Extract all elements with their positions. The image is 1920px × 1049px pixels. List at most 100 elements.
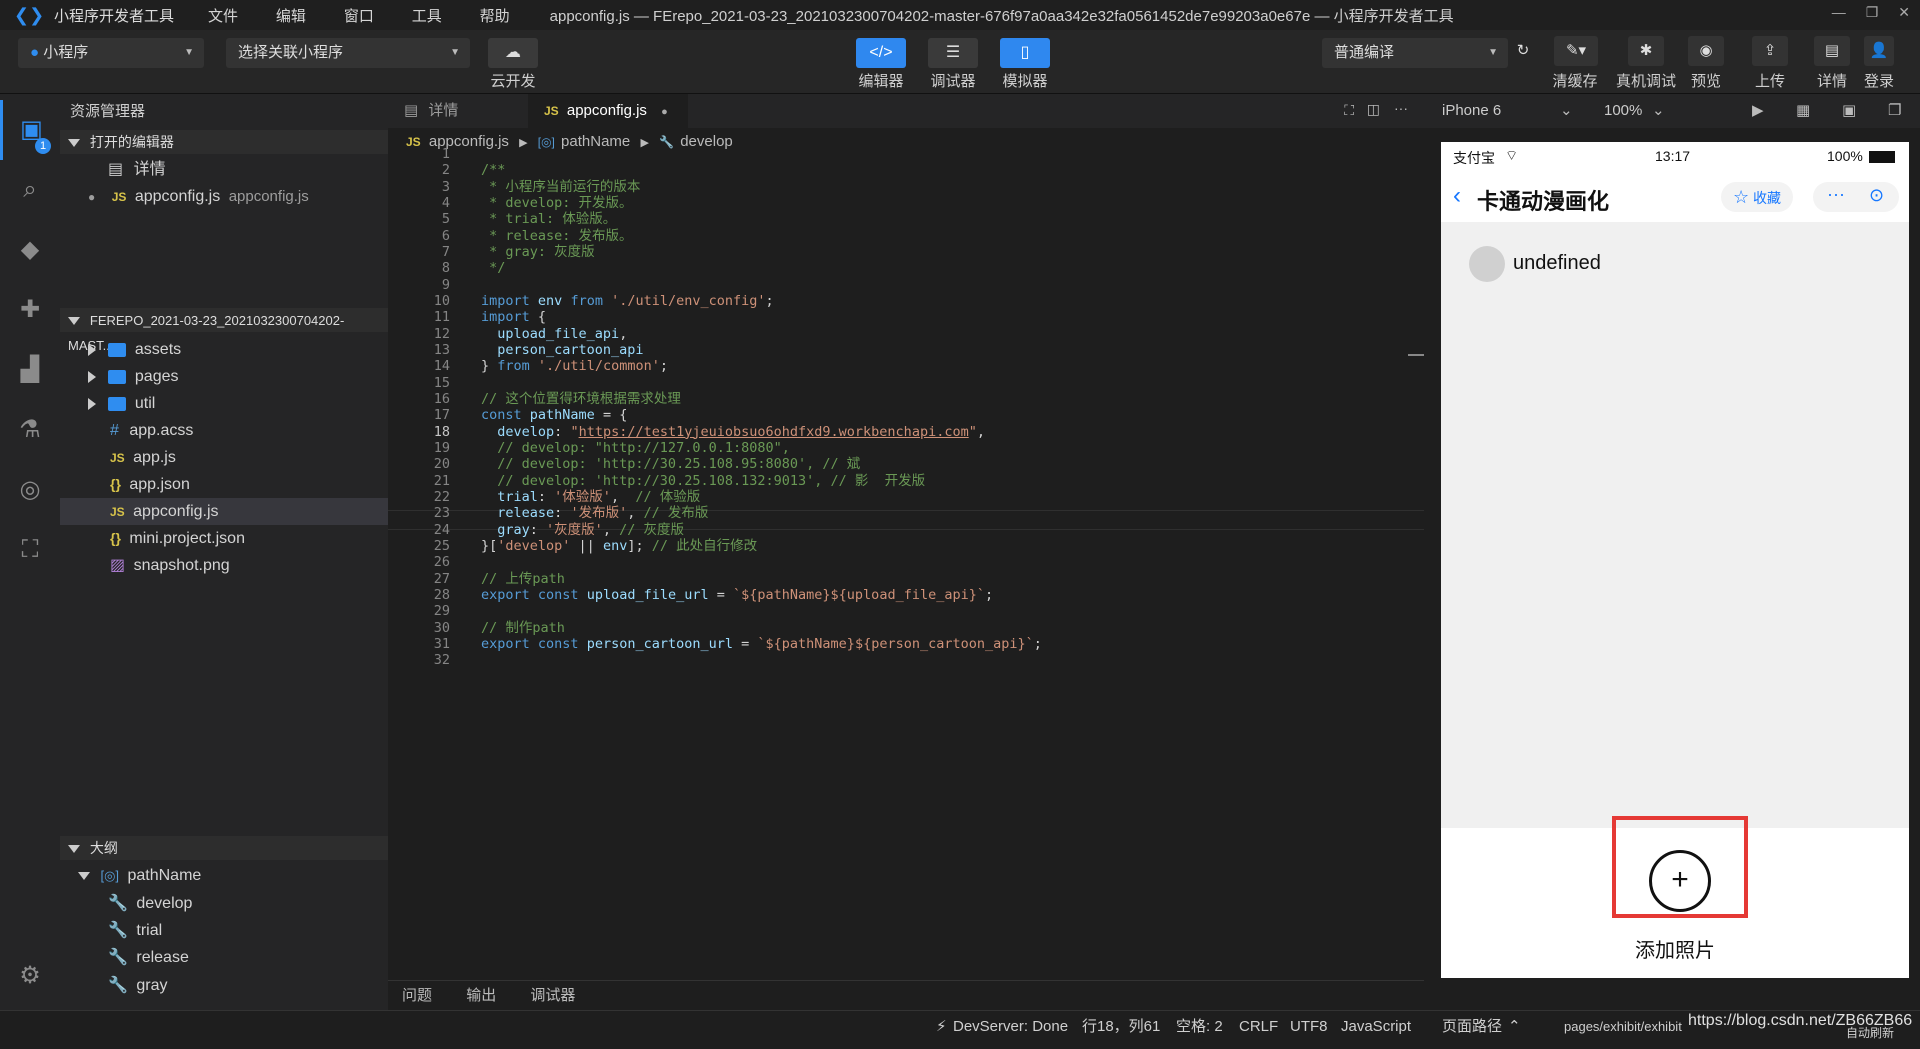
outline-item[interactable]: 🔧 trial [60, 917, 388, 944]
upload-button[interactable]: ⇪ [1752, 36, 1788, 66]
tree-file-appconfig-js[interactable]: JS appconfig.js [60, 498, 388, 525]
simulator-header: iPhone 6 ⌄ 100% ⌄ ▶ ▦ ▣ ❐ [1424, 94, 1920, 128]
menu-tools[interactable]: 工具 [412, 8, 442, 25]
flask-icon[interactable]: ⚗ [0, 400, 60, 460]
maximize-icon[interactable]: ❐ [1866, 4, 1879, 21]
zoom-select[interactable]: 100% [1604, 94, 1642, 128]
tree-folder-util[interactable]: util [60, 390, 388, 417]
add-photo-button[interactable]: + [1649, 850, 1711, 912]
debugger-toggle-button[interactable]: ☰ [928, 38, 978, 68]
grid-icon[interactable]: ▦ [1796, 94, 1810, 128]
project-header[interactable]: FEREPO_2021-03-23_2021032300704202-MAST.… [60, 308, 388, 353]
open-editor-item[interactable]: ▤ 详情 [60, 156, 388, 183]
close-icon[interactable]: ✕ [1898, 4, 1910, 21]
document-icon: ▤ [404, 102, 419, 119]
cursor-position[interactable]: 行18，列61 [1082, 1011, 1160, 1043]
open-editor-name: 详情 [133, 161, 166, 178]
encoding[interactable]: UTF8 [1290, 1011, 1328, 1043]
tree-file-app-json[interactable]: {} app.json [60, 471, 388, 498]
lightning-icon: ⚡ [936, 1018, 947, 1035]
details-button[interactable]: ▤ [1814, 36, 1850, 66]
compile-mode-select[interactable]: 普通编译 ▼ [1322, 38, 1508, 68]
outline-item[interactable]: 🔧 release [60, 944, 388, 971]
wrench-icon: 🔧 [108, 922, 128, 939]
outline-item[interactable]: 🔧 gray [60, 972, 388, 999]
clock-label: 13:17 [1655, 148, 1691, 164]
more-dots-icon[interactable]: ··· [1827, 184, 1845, 205]
settings-gear-icon[interactable]: ⚙ [0, 946, 60, 1006]
language-mode[interactable]: JavaScript [1341, 1011, 1411, 1043]
battery-label: 100% [1827, 148, 1863, 164]
more-actions-icon[interactable]: ··· [1394, 100, 1408, 116]
unsaved-dot-icon[interactable]: ● [661, 106, 668, 118]
refresh-button[interactable]: ↻ [1505, 36, 1541, 66]
minimize-icon[interactable]: — [1832, 4, 1846, 21]
devserver-status[interactable]: DevServer: Done [953, 1011, 1068, 1043]
menu-edit[interactable]: 编辑 [276, 8, 306, 25]
split-editor-icon[interactable]: ◫ [1367, 101, 1380, 118]
login-button[interactable]: 👤 [1864, 36, 1894, 66]
git-icon[interactable]: ◆ [0, 220, 60, 280]
open-editors-header[interactable]: 打开的编辑器 [60, 130, 388, 154]
outline-item[interactable]: 🔧 develop [60, 890, 388, 917]
capture-icon[interactable]: ▣ [1842, 94, 1856, 128]
page-path-label[interactable]: 页面路径 [1442, 1011, 1502, 1043]
user-avatar [1469, 246, 1505, 282]
menu-help[interactable]: 帮助 [480, 8, 510, 25]
preview-button[interactable]: ◉ [1688, 36, 1724, 66]
minimap-slider[interactable] [1408, 354, 1424, 356]
windows-icon[interactable]: ❐ [1888, 94, 1901, 128]
chevron-down-icon: ▼ [184, 47, 194, 58]
tree-file-app-acss[interactable]: # app.acss [60, 417, 388, 444]
device-select[interactable]: iPhone 6 [1442, 94, 1501, 128]
project-type-select[interactable]: ● 小程序 ▼ [18, 38, 204, 68]
components-icon[interactable]: ▟ [0, 340, 60, 400]
back-chevron-icon[interactable]: ‹ [1453, 182, 1461, 210]
support-icon[interactable]: ◎ [0, 460, 60, 520]
unsaved-dot-icon: ● [88, 190, 96, 204]
scan-search-icon[interactable]: ⛶ [0, 520, 60, 580]
indentation[interactable]: 空格: 2 [1176, 1011, 1223, 1043]
code-editor[interactable]: 1 2 3 4 5 6 7 8 9 10 11 12 13 14 15 16 17 18 19 20 21 22 23 24 2… [388, 146, 1424, 980]
outline-header[interactable]: 大纲 [60, 836, 388, 860]
tree-file-snapshot-png[interactable]: ▨ snapshot.png [60, 552, 388, 579]
simulator-toggle-button[interactable]: ▯ [1000, 38, 1050, 68]
play-icon[interactable]: ▶ [1752, 94, 1764, 128]
outline-item[interactable]: [◎] pathName [60, 862, 388, 889]
panel-tab-output[interactable]: 输出 [466, 987, 496, 1004]
menu-file[interactable]: 文件 [208, 8, 238, 25]
preview-toggle-icon[interactable]: ⛶ [1344, 102, 1354, 119]
folder-icon [108, 342, 127, 357]
tab-appconfig[interactable]: JS appconfig.js ● [528, 94, 688, 128]
cloud-button[interactable]: ☁ [488, 38, 538, 68]
breadcrumb-symbol[interactable]: pathName [561, 133, 630, 150]
code-line: */ [481, 260, 506, 277]
favorite-button[interactable]: ☆ 收藏 [1721, 182, 1793, 212]
explorer-icon[interactable]: ▣ 1 [0, 100, 60, 160]
linked-miniprogram-select[interactable]: 选择关联小程序 ▼ [226, 38, 470, 68]
home-circle-icon[interactable]: ⊙ [1869, 185, 1884, 206]
menu-window[interactable]: 窗口 [344, 8, 374, 25]
star-icon: ☆ [1732, 187, 1750, 207]
status-bar: ⚡ DevServer: Done 行18，列61 空格: 2 CRLF UTF… [0, 1010, 1920, 1042]
tree-folder-pages[interactable]: pages [60, 363, 388, 390]
real-debug-button[interactable]: ✱ [1628, 36, 1664, 66]
tree-item-label: util [134, 395, 156, 412]
tree-folder-assets[interactable]: assets [60, 336, 388, 363]
tree-file-mini-project-json[interactable]: {} mini.project.json [60, 525, 388, 552]
line-ending[interactable]: CRLF [1239, 1011, 1278, 1043]
tree-file-app-js[interactable]: JS app.js [60, 444, 388, 471]
open-editor-item[interactable]: ● JS appconfig.js appconfig.js [60, 183, 388, 210]
chevron-down-icon [68, 317, 80, 326]
breadcrumb-property[interactable]: develop [680, 133, 733, 150]
panel-tab-problems[interactable]: 问题 [402, 987, 432, 1004]
search-icon[interactable]: ⌕ [0, 160, 60, 220]
json-file-icon: {} [110, 476, 121, 492]
clear-cache-button[interactable]: ✎▾ [1554, 36, 1598, 66]
panel-tab-debugger[interactable]: 调试器 [530, 987, 575, 1004]
mini-program-icon: ● [30, 44, 40, 61]
tab-details[interactable]: ▤ 详情 [388, 94, 524, 128]
auto-refresh-label[interactable]: 自动刷新 [1846, 1017, 1894, 1049]
editor-toggle-button[interactable]: </> [856, 38, 906, 68]
extensions-icon[interactable]: ✚ [0, 280, 60, 340]
